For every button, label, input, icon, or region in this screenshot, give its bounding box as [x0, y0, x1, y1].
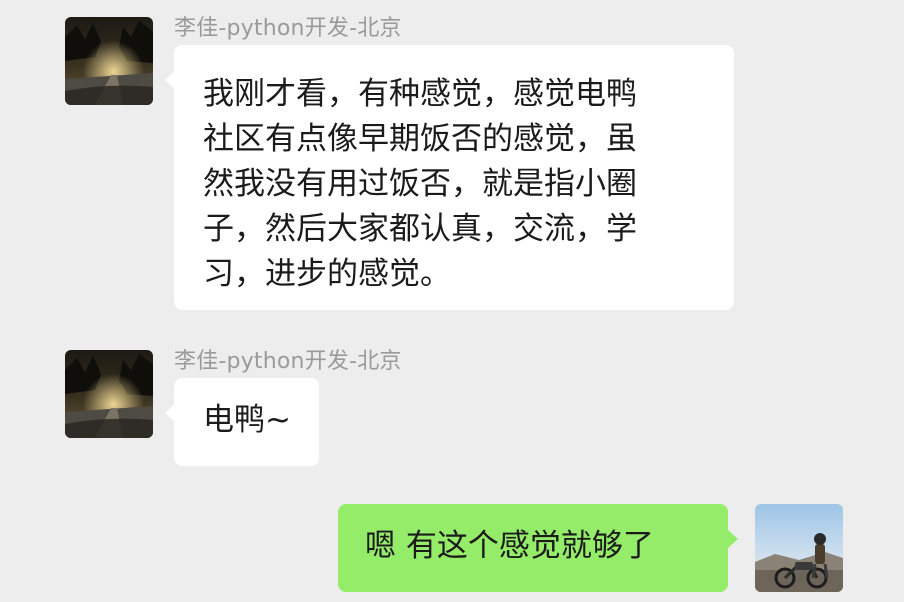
- message-bubble[interactable]: 我刚才看，有种感觉，感觉电鸭 社区有点像早期饭否的感觉，虽 然我没有用过饭否，就…: [165, 45, 734, 310]
- sender-avatar[interactable]: [65, 17, 153, 105]
- message-bubble[interactable]: 电鸭~: [165, 378, 319, 466]
- message-line: 子，然后大家都认真，交流，学: [203, 211, 637, 247]
- message-bubble-outgoing[interactable]: 嗯 有这个感觉就够了: [338, 504, 738, 592]
- message-text: 嗯 有这个感觉就够了: [365, 528, 654, 564]
- message-text: 电鸭~: [203, 402, 291, 438]
- own-avatar[interactable]: [755, 504, 843, 592]
- message-line: 社区有点像早期饭否的感觉，虽: [203, 121, 637, 157]
- chat-message-area[interactable]: 李佳-python开发-北京 我刚才看，有种感觉，感觉电鸭 社区有点像早期饭否的…: [0, 0, 904, 602]
- message-line: 然我没有用过饭否，就是指小圈: [203, 166, 637, 202]
- message-line: 我刚才看，有种感觉，感觉电鸭: [203, 76, 637, 112]
- sender-name: 李佳-python开发-北京: [174, 349, 402, 374]
- sender-name: 李佳-python开发-北京: [174, 16, 402, 41]
- sender-avatar[interactable]: [65, 350, 153, 438]
- message-line: 习，进步的感觉。: [203, 256, 451, 292]
